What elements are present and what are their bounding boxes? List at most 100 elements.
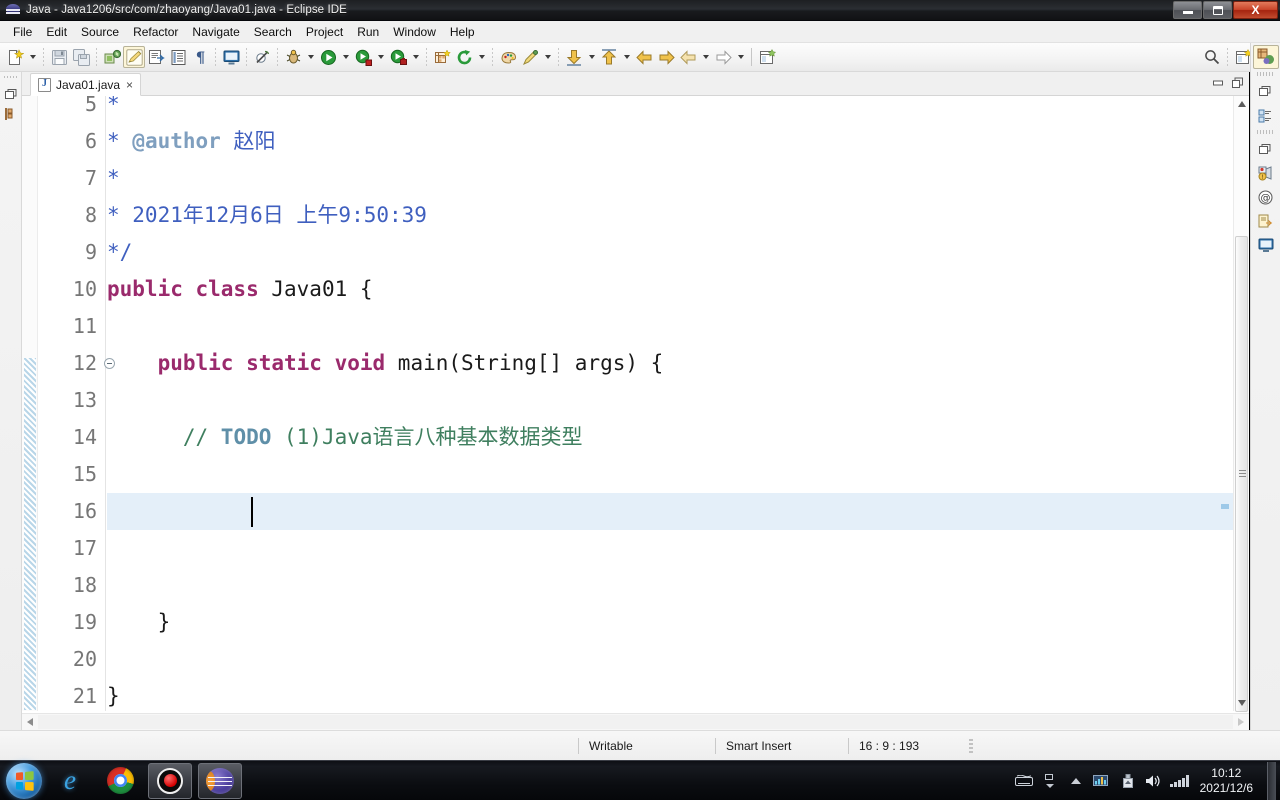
code-line[interactable]: * @author 赵阳 <box>107 123 1249 160</box>
tray-show-hidden-icon[interactable] <box>1066 771 1086 791</box>
horizontal-scroll-track[interactable] <box>38 715 1233 729</box>
code-line[interactable]: } <box>107 678 1249 711</box>
vertical-scroll-thumb[interactable] <box>1235 236 1248 712</box>
minimize-editor-button[interactable] <box>1211 76 1225 90</box>
code-line[interactable]: * 2021年12月6日 上午9:50:39 <box>107 197 1249 234</box>
run-dropdown-icon[interactable] <box>339 46 352 68</box>
taskbar-internet-explorer[interactable]: e <box>48 763 92 799</box>
tray-volume-icon[interactable] <box>1144 771 1164 791</box>
taskbar-eclipse[interactable] <box>198 762 242 799</box>
console-icon[interactable] <box>220 46 242 68</box>
package-explorer-icon[interactable] <box>0 104 22 124</box>
next-annotation-icon[interactable] <box>563 46 585 68</box>
run-external-tools-icon[interactable] <box>352 46 374 68</box>
next-edit-icon[interactable] <box>712 46 734 68</box>
code-line[interactable] <box>107 456 1249 493</box>
javadoc-view-icon[interactable]: @ <box>1253 185 1279 209</box>
previous-edit-dropdown-icon[interactable] <box>699 46 712 68</box>
menu-window[interactable]: Window <box>386 23 443 41</box>
debug-dropdown-icon[interactable] <box>304 46 317 68</box>
menu-help[interactable]: Help <box>443 23 482 41</box>
source-viewer[interactable]: 5 6 7 8 9 10 11 12 13 14 15 16 17 18 19 20 21 * * @author… <box>22 92 1250 730</box>
quick-access-search-icon[interactable] <box>1201 46 1223 68</box>
previous-annotation-icon[interactable] <box>598 46 620 68</box>
maximize-editor-button[interactable] <box>1231 76 1245 90</box>
open-task-icon[interactable] <box>167 46 189 68</box>
close-icon[interactable]: × <box>125 79 134 91</box>
menu-refactor[interactable]: Refactor <box>126 23 185 41</box>
tray-safely-remove-icon[interactable] <box>1118 771 1138 791</box>
outline-view-icon[interactable] <box>1253 103 1279 127</box>
next-edit-dropdown-icon[interactable] <box>734 46 747 68</box>
status-resize-handle[interactable] <box>969 738 973 753</box>
declaration-view-icon[interactable] <box>1253 209 1279 233</box>
taskbar-clock[interactable]: 10:12 2021/12/6 <box>1196 766 1261 796</box>
code-text[interactable]: * * @author 赵阳 * * 2021年12月6日 上午9:50:39 */pu… <box>107 96 1249 711</box>
scroll-right-arrow[interactable] <box>1233 714 1249 730</box>
previous-edit-icon[interactable] <box>677 46 699 68</box>
scroll-down-arrow[interactable] <box>1234 695 1250 711</box>
code-line[interactable]: public class Java01 { <box>107 271 1249 308</box>
taskbar-screen-recorder[interactable] <box>148 762 192 799</box>
debug-icon[interactable] <box>282 46 304 68</box>
minimize-button[interactable] <box>1173 1 1202 19</box>
refresh-dropdown-icon[interactable] <box>475 46 488 68</box>
new-wizard-icon[interactable] <box>4 46 26 68</box>
code-line-current[interactable] <box>107 493 1249 530</box>
close-button[interactable]: X <box>1233 1 1278 19</box>
menu-search[interactable]: Search <box>247 23 299 41</box>
show-desktop-button[interactable] <box>1267 761 1276 800</box>
tray-network-monitor-icon[interactable] <box>1092 771 1112 791</box>
annotation-icon[interactable] <box>519 46 541 68</box>
code-line[interactable]: } <box>107 604 1249 641</box>
menu-project[interactable]: Project <box>299 23 350 41</box>
new-java-package-icon[interactable] <box>101 46 123 68</box>
toggle-mark-occurrences-icon[interactable] <box>123 46 145 68</box>
next-annotation-dropdown-icon[interactable] <box>585 46 598 68</box>
restore-button[interactable] <box>1203 1 1232 19</box>
code-line[interactable]: * <box>107 96 1249 123</box>
perspective-drag-handle[interactable] <box>1256 72 1275 76</box>
save-icon[interactable] <box>48 46 70 68</box>
open-perspective-icon[interactable] <box>756 46 778 68</box>
code-line[interactable]: */ <box>107 234 1249 271</box>
tray-overflow-icon[interactable] <box>1040 771 1060 791</box>
coverage-icon[interactable] <box>387 46 409 68</box>
previous-annotation-dropdown-icon[interactable] <box>620 46 633 68</box>
horizontal-scrollbar[interactable] <box>22 713 1249 730</box>
tray-keyboard-icon[interactable] <box>1014 771 1034 791</box>
back-icon[interactable] <box>633 46 655 68</box>
code-line[interactable]: * <box>107 160 1249 197</box>
code-line[interactable] <box>107 308 1249 345</box>
code-line[interactable]: public static void main(String[] args) { <box>107 345 1249 382</box>
code-line[interactable] <box>107 641 1249 678</box>
restore-view-icon[interactable] <box>0 84 22 104</box>
taskbar-google-chrome[interactable] <box>98 763 142 799</box>
code-line[interactable] <box>107 530 1249 567</box>
console-view-icon[interactable] <box>1253 233 1279 257</box>
scroll-left-arrow[interactable] <box>22 714 38 730</box>
restore-view-icon[interactable] <box>1253 79 1279 103</box>
menu-file[interactable]: File <box>6 23 39 41</box>
view-drag-handle[interactable] <box>1256 130 1275 134</box>
annotation-dropdown-icon[interactable] <box>541 46 554 68</box>
show-whitespace-icon[interactable]: ¶ <box>189 46 211 68</box>
forward-icon[interactable] <box>655 46 677 68</box>
refresh-icon[interactable] <box>453 46 475 68</box>
menu-run[interactable]: Run <box>350 23 386 41</box>
menu-source[interactable]: Source <box>74 23 126 41</box>
coverage-dropdown-icon[interactable] <box>409 46 422 68</box>
annotation-ruler[interactable] <box>22 96 38 711</box>
run-icon[interactable] <box>317 46 339 68</box>
search-palette-icon[interactable] <box>497 46 519 68</box>
minimize-view-icon[interactable] <box>1253 137 1279 161</box>
skip-breakpoints-icon[interactable] <box>251 46 273 68</box>
open-type-icon[interactable] <box>145 46 167 68</box>
new-wizard-dropdown-icon[interactable] <box>26 46 39 68</box>
code-line[interactable]: // TODO (1)Java语言八种基本数据类型 <box>107 419 1249 456</box>
scroll-up-arrow[interactable] <box>1234 96 1250 112</box>
run-external-tools-dropdown-icon[interactable] <box>374 46 387 68</box>
drag-handle[interactable] <box>4 74 17 80</box>
new-java-project-icon[interactable] <box>431 46 453 68</box>
java-perspective-icon[interactable] <box>1252 45 1279 69</box>
